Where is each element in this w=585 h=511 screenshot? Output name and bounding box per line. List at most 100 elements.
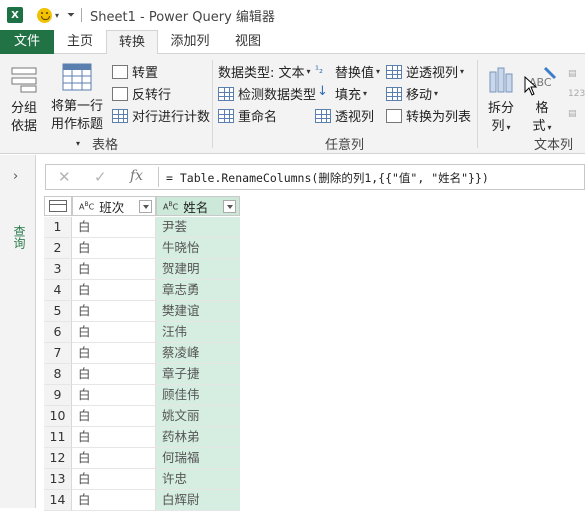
split-column-button[interactable]: 拆分 列 ▾ [484, 64, 518, 137]
transpose-button[interactable]: 转置 [112, 62, 158, 81]
table-cell-name[interactable]: 药林弟 [156, 427, 240, 448]
convert-to-list-icon [386, 108, 402, 123]
row-number[interactable]: 6 [44, 322, 72, 343]
row-number[interactable]: 5 [44, 301, 72, 322]
table-cell-shift[interactable]: 白 [72, 427, 156, 448]
table-cell-shift[interactable]: 白 [72, 364, 156, 385]
row-number[interactable]: 9 [44, 385, 72, 406]
filter-dropdown-icon[interactable] [223, 200, 236, 213]
fill-button[interactable]: 填充▾ [315, 84, 367, 104]
expand-queries-chevron-icon[interactable]: › [13, 169, 18, 184]
table-cell-name[interactable]: 章志勇 [156, 280, 240, 301]
group-by-button[interactable]: 分组 依据 [6, 64, 42, 136]
smiley-feedback-icon[interactable] [37, 7, 52, 23]
formula-divider [158, 167, 159, 187]
convert-to-list-button[interactable]: 转换为列表 [386, 106, 471, 125]
reverse-rows-icon [112, 86, 128, 101]
table-cell-shift[interactable]: 白 [72, 448, 156, 469]
table-cell-name[interactable]: 许忠 [156, 469, 240, 490]
tab-file[interactable]: 文件 [0, 30, 54, 54]
column-header-shift[interactable]: ABC 班次 [72, 196, 156, 216]
ribbon: 分组 依据 将第一行 用作标题▾ 转置 反转行 对行进行计数 表格 数据类型: … [0, 54, 585, 154]
pivot-button[interactable]: 透视列 [315, 106, 374, 125]
count-rows-icon [112, 108, 128, 123]
count-rows-button[interactable]: 对行进行计数 [112, 106, 210, 125]
pivot-icon [315, 108, 331, 123]
title-bar: X ▾ ⏷ Sheet1 - Power Query 编辑器 [0, 0, 585, 30]
column-header-label: 姓名 [183, 199, 209, 215]
row-number[interactable]: 12 [44, 448, 72, 469]
row-number[interactable]: 8 [44, 364, 72, 385]
table-cell-name[interactable]: 章子捷 [156, 364, 240, 385]
formula-input[interactable]: = Table.RenameColumns(删除的列1,{{"值", "姓名"}… [166, 170, 489, 186]
table-cell-name[interactable]: 何瑞福 [156, 448, 240, 469]
row-number[interactable]: 1 [44, 217, 72, 238]
rename-button[interactable]: 重命名 [218, 106, 277, 125]
table-icon [49, 200, 67, 212]
data-type-dropdown[interactable]: 数据类型: 文本 ▾ [218, 62, 311, 81]
queries-pane-label[interactable]: 查询 [11, 225, 28, 249]
tab-transform[interactable]: 转换 [106, 30, 158, 55]
row-number[interactable]: 11 [44, 427, 72, 448]
table-cell-shift[interactable]: 白 [72, 301, 156, 322]
cancel-formula-icon[interactable]: ✕ [58, 168, 71, 186]
move-button[interactable]: 移动 ▾ [386, 84, 438, 103]
feedback-dropdown-icon[interactable]: ▾ [55, 11, 59, 20]
rename-icon [218, 108, 234, 123]
replace-values-button[interactable]: ¹₂ 替换值 ▾ [315, 62, 380, 82]
table-cell-shift[interactable]: 白 [72, 322, 156, 343]
filter-dropdown-icon[interactable] [139, 200, 152, 213]
table-cell-name[interactable]: 尹荟 [156, 217, 240, 238]
format-button[interactable]: ABC 格 式 ▾ [524, 64, 560, 137]
window-title: Sheet1 - Power Query 编辑器 [90, 9, 275, 25]
queries-pane: › 查询 [0, 155, 36, 508]
table-cell-shift[interactable]: 白 [72, 406, 156, 427]
table-cell-shift[interactable]: 白 [72, 280, 156, 301]
split-label-1: 拆分 [487, 101, 514, 116]
row-number[interactable]: 13 [44, 469, 72, 490]
tab-home[interactable]: 主页 [54, 30, 106, 54]
confirm-formula-icon[interactable]: ✓ [94, 168, 107, 186]
group-label-any-column: 任意列 [325, 138, 365, 153]
reverse-rows-button[interactable]: 反转行 [112, 84, 171, 103]
table-cell-name[interactable]: 姚文丽 [156, 406, 240, 427]
group-by-icon [11, 67, 37, 93]
table-cell-shift[interactable]: 白 [72, 217, 156, 238]
formula-bar: ✕ ✓ fx = Table.RenameColumns(删除的列1,{{"值"… [45, 164, 585, 190]
row-number[interactable]: 3 [44, 259, 72, 280]
column-header-name[interactable]: ABC 姓名 [156, 196, 240, 216]
row-number[interactable]: 2 [44, 238, 72, 259]
table-cell-name[interactable]: 顾佳伟 [156, 385, 240, 406]
table-cell-shift[interactable]: 白 [72, 343, 156, 364]
table-cell-name[interactable]: 汪伟 [156, 322, 240, 343]
excel-logo-icon: X [7, 7, 23, 23]
fx-icon[interactable]: fx [130, 168, 143, 184]
customize-toolbar-icon[interactable]: ⏷ [67, 10, 75, 21]
format-label-1: 格 [535, 101, 549, 116]
group-divider [212, 60, 213, 148]
tab-view[interactable]: 视图 [222, 30, 274, 54]
title-divider [81, 8, 83, 22]
table-menu-button[interactable] [44, 196, 72, 216]
more-text-tools-icon[interactable]: ▤ 123 ▤ [568, 64, 585, 124]
table-cell-name[interactable]: 牛晓怡 [156, 238, 240, 259]
table-cell-shift[interactable]: 白 [72, 385, 156, 406]
detect-type-button[interactable]: 检测数据类型 [218, 84, 316, 103]
table-cell-shift[interactable]: 白 [72, 259, 156, 280]
tab-add-column[interactable]: 添加列 [160, 30, 220, 54]
table-cell-shift[interactable]: 白 [72, 238, 156, 259]
ribbon-tabs: 文件 主页 转换 添加列 视图 [0, 30, 585, 55]
table-cell-name[interactable]: 贺建明 [156, 259, 240, 280]
text-type-icon: ABC [79, 200, 95, 212]
column-header-label: 班次 [99, 199, 125, 215]
table-cell-name[interactable]: 樊建谊 [156, 301, 240, 322]
table-cell-shift[interactable]: 白 [72, 469, 156, 490]
transpose-icon [112, 64, 128, 79]
unpivot-button[interactable]: 逆透视列 ▾ [386, 62, 464, 81]
table-cell-name[interactable]: 蔡凌峰 [156, 343, 240, 364]
mouse-cursor-icon [524, 76, 538, 96]
row-number[interactable]: 4 [44, 280, 72, 301]
move-icon [386, 86, 402, 101]
row-number[interactable]: 10 [44, 406, 72, 427]
row-number[interactable]: 7 [44, 343, 72, 364]
